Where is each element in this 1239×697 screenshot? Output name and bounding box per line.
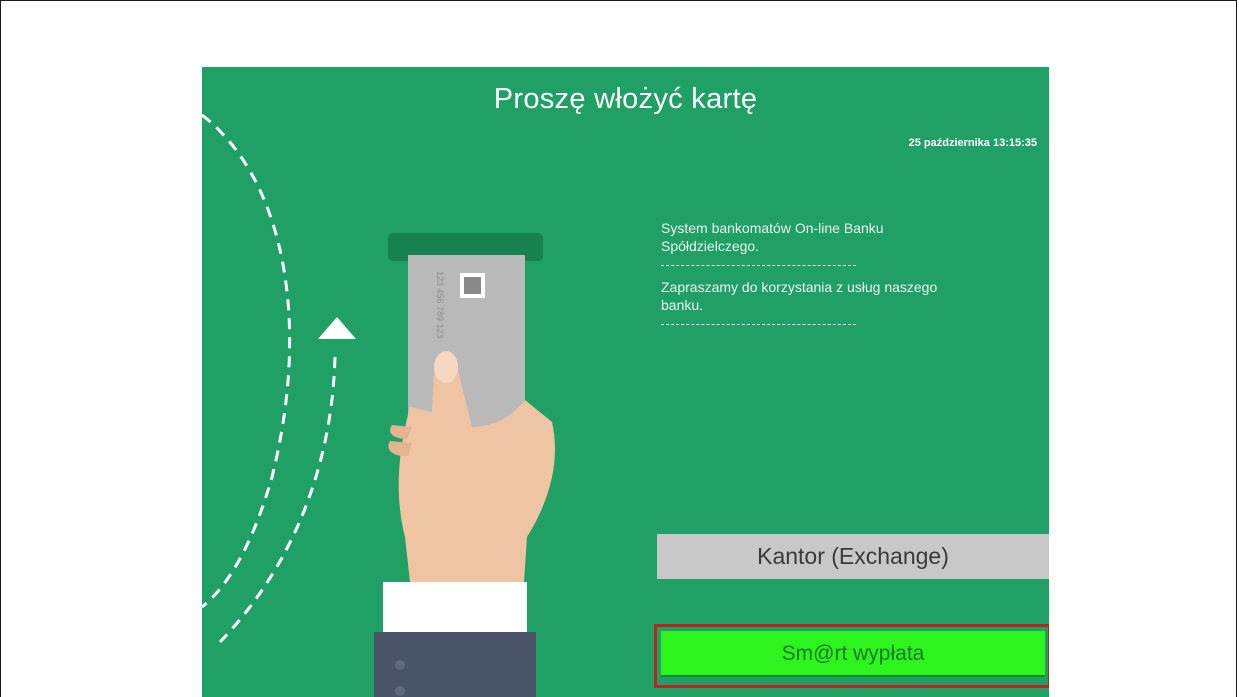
dashed-arc-inner: [218, 356, 337, 644]
atm-screen: 123 456 789 123 Proszę włożyć kartę 25 p…: [202, 67, 1049, 697]
divider: [661, 265, 856, 266]
info-panel: System bankomatów On-line Banku Spółdzie…: [661, 219, 961, 337]
divider: [661, 324, 856, 325]
dashed-arc-outer: [202, 113, 292, 609]
thumbnail: [434, 351, 458, 383]
info-text-invitation: Zapraszamy do korzystania z usług naszeg…: [661, 279, 938, 313]
shirt-cuff: [383, 582, 527, 632]
insert-card-illustration: 123 456 789 123: [202, 113, 555, 697]
button-icon: [395, 660, 405, 670]
button-icon: [395, 686, 405, 696]
page-title: Proszę włożyć kartę: [493, 83, 758, 115]
exchange-button[interactable]: Kantor (Exchange): [657, 534, 1049, 579]
date-time: 25 października 13:15:35: [908, 137, 1037, 149]
card-number-text: 123 456 789 123: [435, 271, 445, 339]
smart-withdrawal-button[interactable]: Sm@rt wypłata: [661, 631, 1045, 677]
info-text-system: System bankomatów On-line Banku Spółdzie…: [661, 220, 884, 254]
up-arrow-icon: [318, 317, 356, 339]
